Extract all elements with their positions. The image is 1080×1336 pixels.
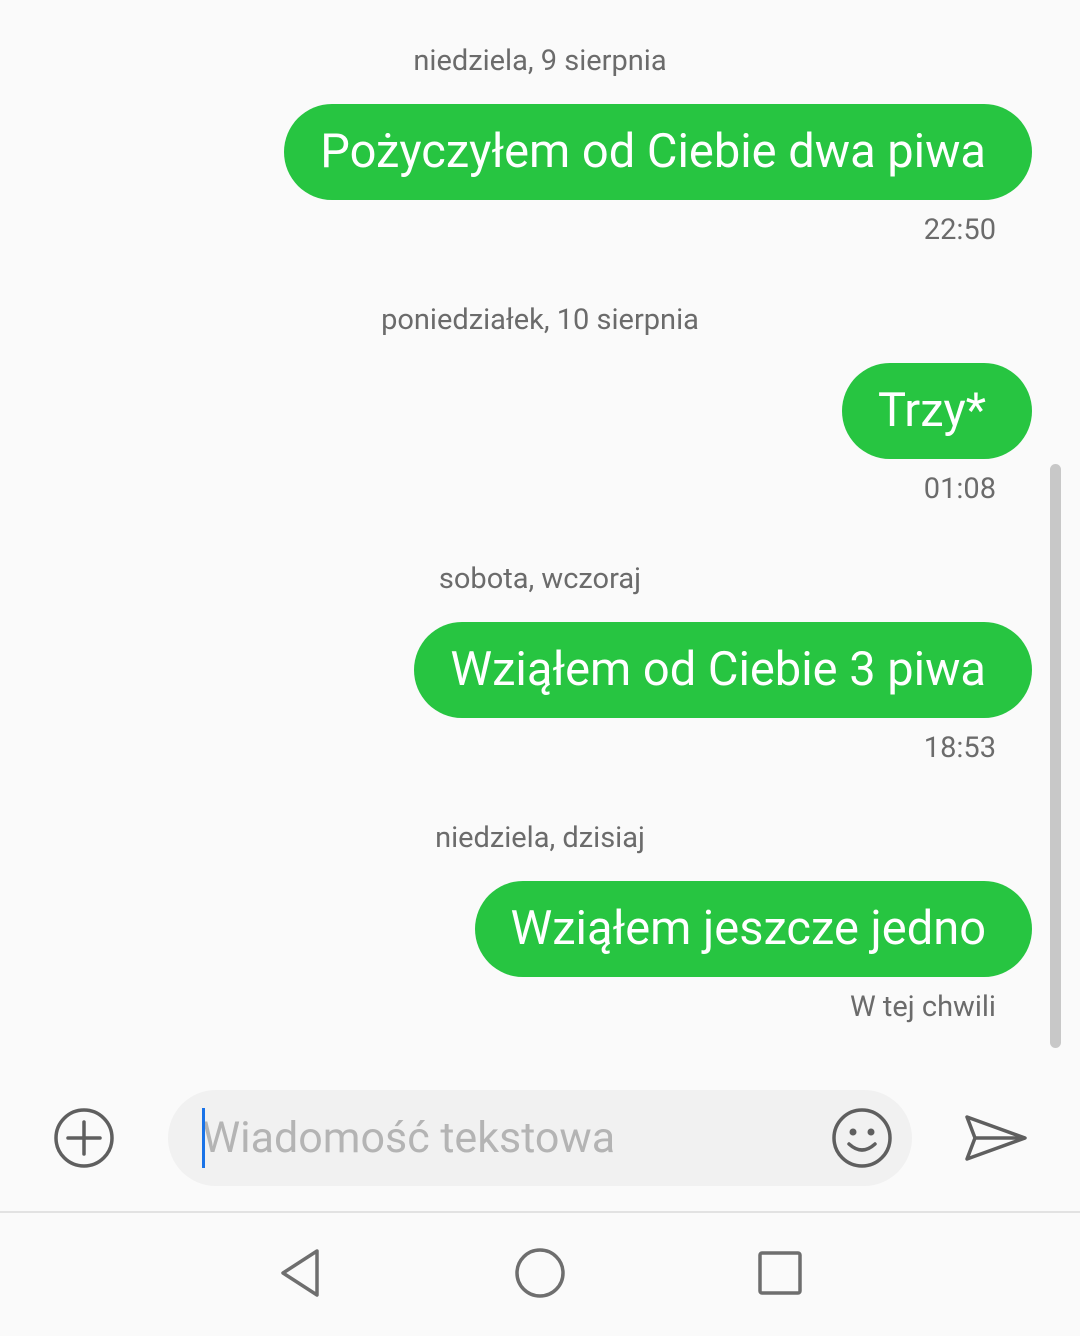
add-attachment-button[interactable] xyxy=(48,1102,120,1174)
message-input[interactable] xyxy=(202,1108,802,1168)
text-caret xyxy=(202,1108,205,1168)
message-bubble[interactable]: Trzy* xyxy=(841,363,1032,459)
scrollbar[interactable] xyxy=(1050,464,1061,1048)
home-circle-icon xyxy=(515,1248,565,1298)
message-bubble[interactable]: Pożyczyłem od Ciebie dwa piwa xyxy=(284,104,1032,200)
message-timestamp: W tej chwili xyxy=(849,990,996,1024)
recents-button[interactable] xyxy=(750,1243,810,1303)
messaging-screen: niedziela, 9 sierpnia Pożyczyłem od Cieb… xyxy=(0,0,1080,1336)
smiley-icon xyxy=(832,1108,892,1168)
home-button[interactable] xyxy=(510,1243,570,1303)
send-icon xyxy=(965,1115,1027,1161)
message-input-container[interactable] xyxy=(168,1090,912,1186)
emoji-button[interactable] xyxy=(828,1104,896,1172)
message-timestamp: 01:08 xyxy=(923,472,996,506)
back-button[interactable] xyxy=(270,1243,330,1303)
message-timestamp: 22:50 xyxy=(923,213,996,247)
date-separator: poniedziałek, 10 sierpnia xyxy=(381,303,699,337)
date-separator: sobota, wczoraj xyxy=(438,562,642,596)
system-navigation-bar xyxy=(0,1211,1080,1336)
message-bubble[interactable]: Wziąłem od Ciebie 3 piwa xyxy=(414,622,1032,718)
message-timestamp: 18:53 xyxy=(923,731,996,765)
back-triangle-icon xyxy=(281,1249,319,1297)
date-separator: niedziela, dzisiaj xyxy=(435,821,645,855)
plus-circle-icon xyxy=(54,1108,114,1168)
message-composer xyxy=(0,1080,1080,1200)
conversation-thread[interactable]: niedziela, 9 sierpnia Pożyczyłem od Cieb… xyxy=(0,0,1080,1070)
recents-square-icon xyxy=(758,1251,802,1295)
date-separator: niedziela, 9 sierpnia xyxy=(413,44,667,78)
message-bubble[interactable]: Wziąłem jeszcze jedno xyxy=(474,881,1032,977)
send-button[interactable] xyxy=(958,1102,1034,1174)
